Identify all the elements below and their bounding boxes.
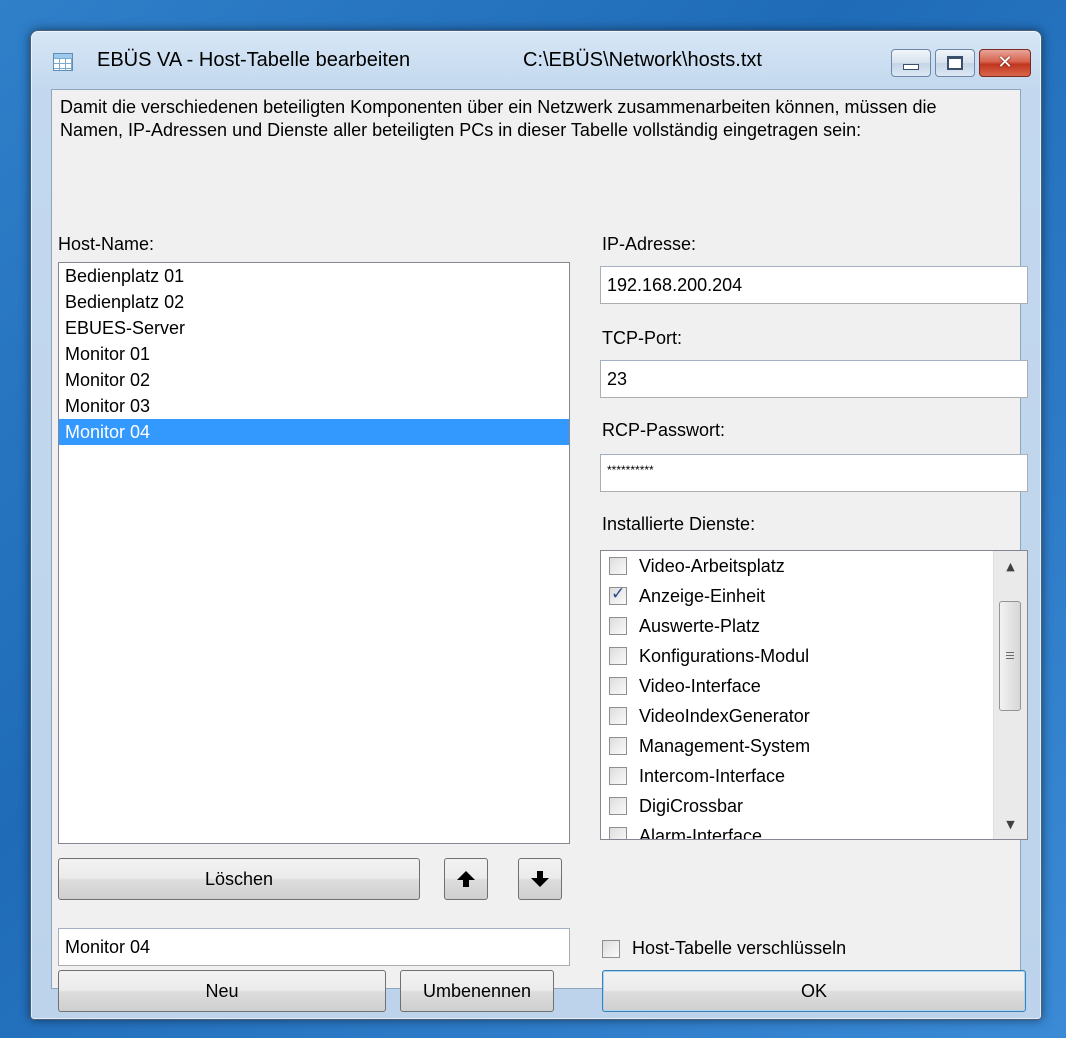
service-item[interactable]: DigiCrossbar — [601, 791, 993, 821]
rename-button[interactable]: Umbenennen — [400, 970, 554, 1012]
encrypt-label: Host-Tabelle verschlüsseln — [632, 938, 847, 958]
service-label: Anzeige-Einheit — [639, 585, 766, 606]
service-checkbox[interactable] — [609, 647, 627, 665]
service-checkbox[interactable] — [609, 707, 627, 725]
move-down-button[interactable] — [518, 858, 562, 900]
service-label: Auswerte-Platz — [639, 615, 761, 636]
close-button[interactable]: ✕ — [979, 49, 1031, 77]
rcp-password-label: RCP-Passwort: — [602, 420, 726, 440]
host-list-item[interactable]: Bedienplatz 02 — [59, 289, 569, 315]
service-checkbox[interactable] — [609, 617, 627, 635]
description-text: Damit die verschiedenen beteiligten Komp… — [60, 97, 937, 140]
service-label: VideoIndexGenerator — [639, 705, 810, 726]
host-list-item[interactable]: EBUES-Server — [59, 315, 569, 341]
close-icon: ✕ — [997, 52, 1013, 73]
service-item[interactable]: Management-System — [601, 731, 993, 761]
scroll-down-icon: ▼ — [1006, 817, 1015, 831]
minimize-button[interactable] — [891, 49, 931, 77]
window-title: EBÜS VA - Host-Tabelle bearbeiten — [97, 49, 411, 71]
services-scrollbar[interactable]: ▲ ▼ — [993, 551, 1027, 839]
maximize-icon — [947, 56, 963, 70]
tcp-port-input[interactable]: 23 — [600, 360, 1028, 398]
checkmark-icon: ✓ — [611, 584, 626, 604]
scroll-up-icon: ▲ — [1006, 559, 1015, 573]
service-item[interactable]: Alarm-Interface — [601, 821, 993, 840]
host-name-input[interactable]: Monitor 04 — [58, 928, 570, 966]
ip-address-input[interactable]: 192.168.200.204 — [600, 266, 1028, 304]
host-list-item[interactable]: Monitor 02 — [59, 367, 569, 393]
service-label: Intercom-Interface — [639, 765, 786, 786]
host-list-item[interactable]: Monitor 04 — [59, 419, 569, 445]
service-label: Video-Interface — [639, 675, 761, 696]
host-list-item[interactable]: Bedienplatz 01 — [59, 263, 569, 289]
service-checkbox[interactable] — [609, 797, 627, 815]
maximize-button[interactable] — [935, 49, 975, 77]
service-label: Alarm-Interface — [639, 825, 763, 840]
host-name-label: Host-Name: — [58, 234, 155, 254]
service-checkbox[interactable]: ✓ — [609, 584, 627, 605]
arrow-down-icon — [531, 871, 549, 887]
ip-address-label: IP-Adresse: — [602, 234, 697, 254]
scroll-thumb[interactable] — [999, 601, 1021, 711]
scroll-down-button[interactable]: ▼ — [994, 809, 1027, 839]
ok-button[interactable]: OK — [602, 970, 1026, 1012]
dialog-client-area: Damit die verschiedenen beteiligten Komp… — [51, 89, 1028, 1012]
title-bar[interactable]: EBÜS VA - Host-Tabelle bearbeiten C:\EBÜ… — [31, 31, 1041, 89]
service-label: Konfigurations-Modul — [639, 645, 810, 666]
service-checkbox[interactable] — [609, 737, 627, 755]
host-list-item[interactable]: Monitor 03 — [59, 393, 569, 419]
service-label: Video-Arbeitsplatz — [639, 555, 785, 576]
arrow-up-icon — [457, 871, 475, 887]
encrypt-checkbox[interactable] — [602, 939, 620, 958]
table-icon — [53, 53, 73, 71]
service-checkbox[interactable] — [609, 677, 627, 695]
services-label: Installierte Dienste: — [602, 514, 756, 534]
service-item[interactable]: Intercom-Interface — [601, 761, 993, 791]
service-item[interactable]: ✓ Anzeige-Einheit — [601, 581, 993, 611]
caption-buttons: ✕ — [891, 49, 1031, 77]
service-label: DigiCrossbar — [639, 795, 744, 816]
service-item[interactable]: Auswerte-Platz — [601, 611, 993, 641]
window-file-path: C:\EBÜS\Network\hosts.txt — [523, 49, 762, 71]
scroll-up-button[interactable]: ▲ — [994, 551, 1027, 581]
service-item[interactable]: Konfigurations-Modul — [601, 641, 993, 671]
delete-button[interactable]: Löschen — [58, 858, 420, 900]
tcp-port-label: TCP-Port: — [602, 328, 683, 348]
services-checklist[interactable]: Video-Arbeitsplatz ✓ Anzeige-Einheit Auswer… — [600, 550, 1028, 840]
service-item[interactable]: Video-Arbeitsplatz — [601, 551, 993, 581]
host-listbox[interactable]: Bedienplatz 01 Bedienplatz 02 EBUES-Server… — [58, 262, 570, 844]
new-button[interactable]: Neu — [58, 970, 386, 1012]
service-item[interactable]: Video-Interface — [601, 671, 993, 701]
rcp-password-input[interactable]: ********** — [600, 454, 1028, 492]
services-items: Video-Arbeitsplatz ✓ Anzeige-Einheit Auswer… — [601, 551, 993, 840]
service-item[interactable]: VideoIndexGenerator — [601, 701, 993, 731]
service-checkbox[interactable] — [609, 827, 627, 839]
host-list-item[interactable]: Monitor 01 — [59, 341, 569, 367]
service-checkbox[interactable] — [609, 767, 627, 785]
dialog-window: EBÜS VA - Host-Tabelle bearbeiten C:\EBÜ… — [30, 30, 1042, 1020]
service-label: Management-System — [639, 735, 811, 756]
move-up-button[interactable] — [444, 858, 488, 900]
minimize-icon — [903, 64, 919, 70]
grip-icon — [1006, 652, 1014, 660]
encrypt-checkbox-row[interactable]: Host-Tabelle verschlüsseln — [602, 938, 846, 959]
service-checkbox[interactable] — [609, 557, 627, 575]
